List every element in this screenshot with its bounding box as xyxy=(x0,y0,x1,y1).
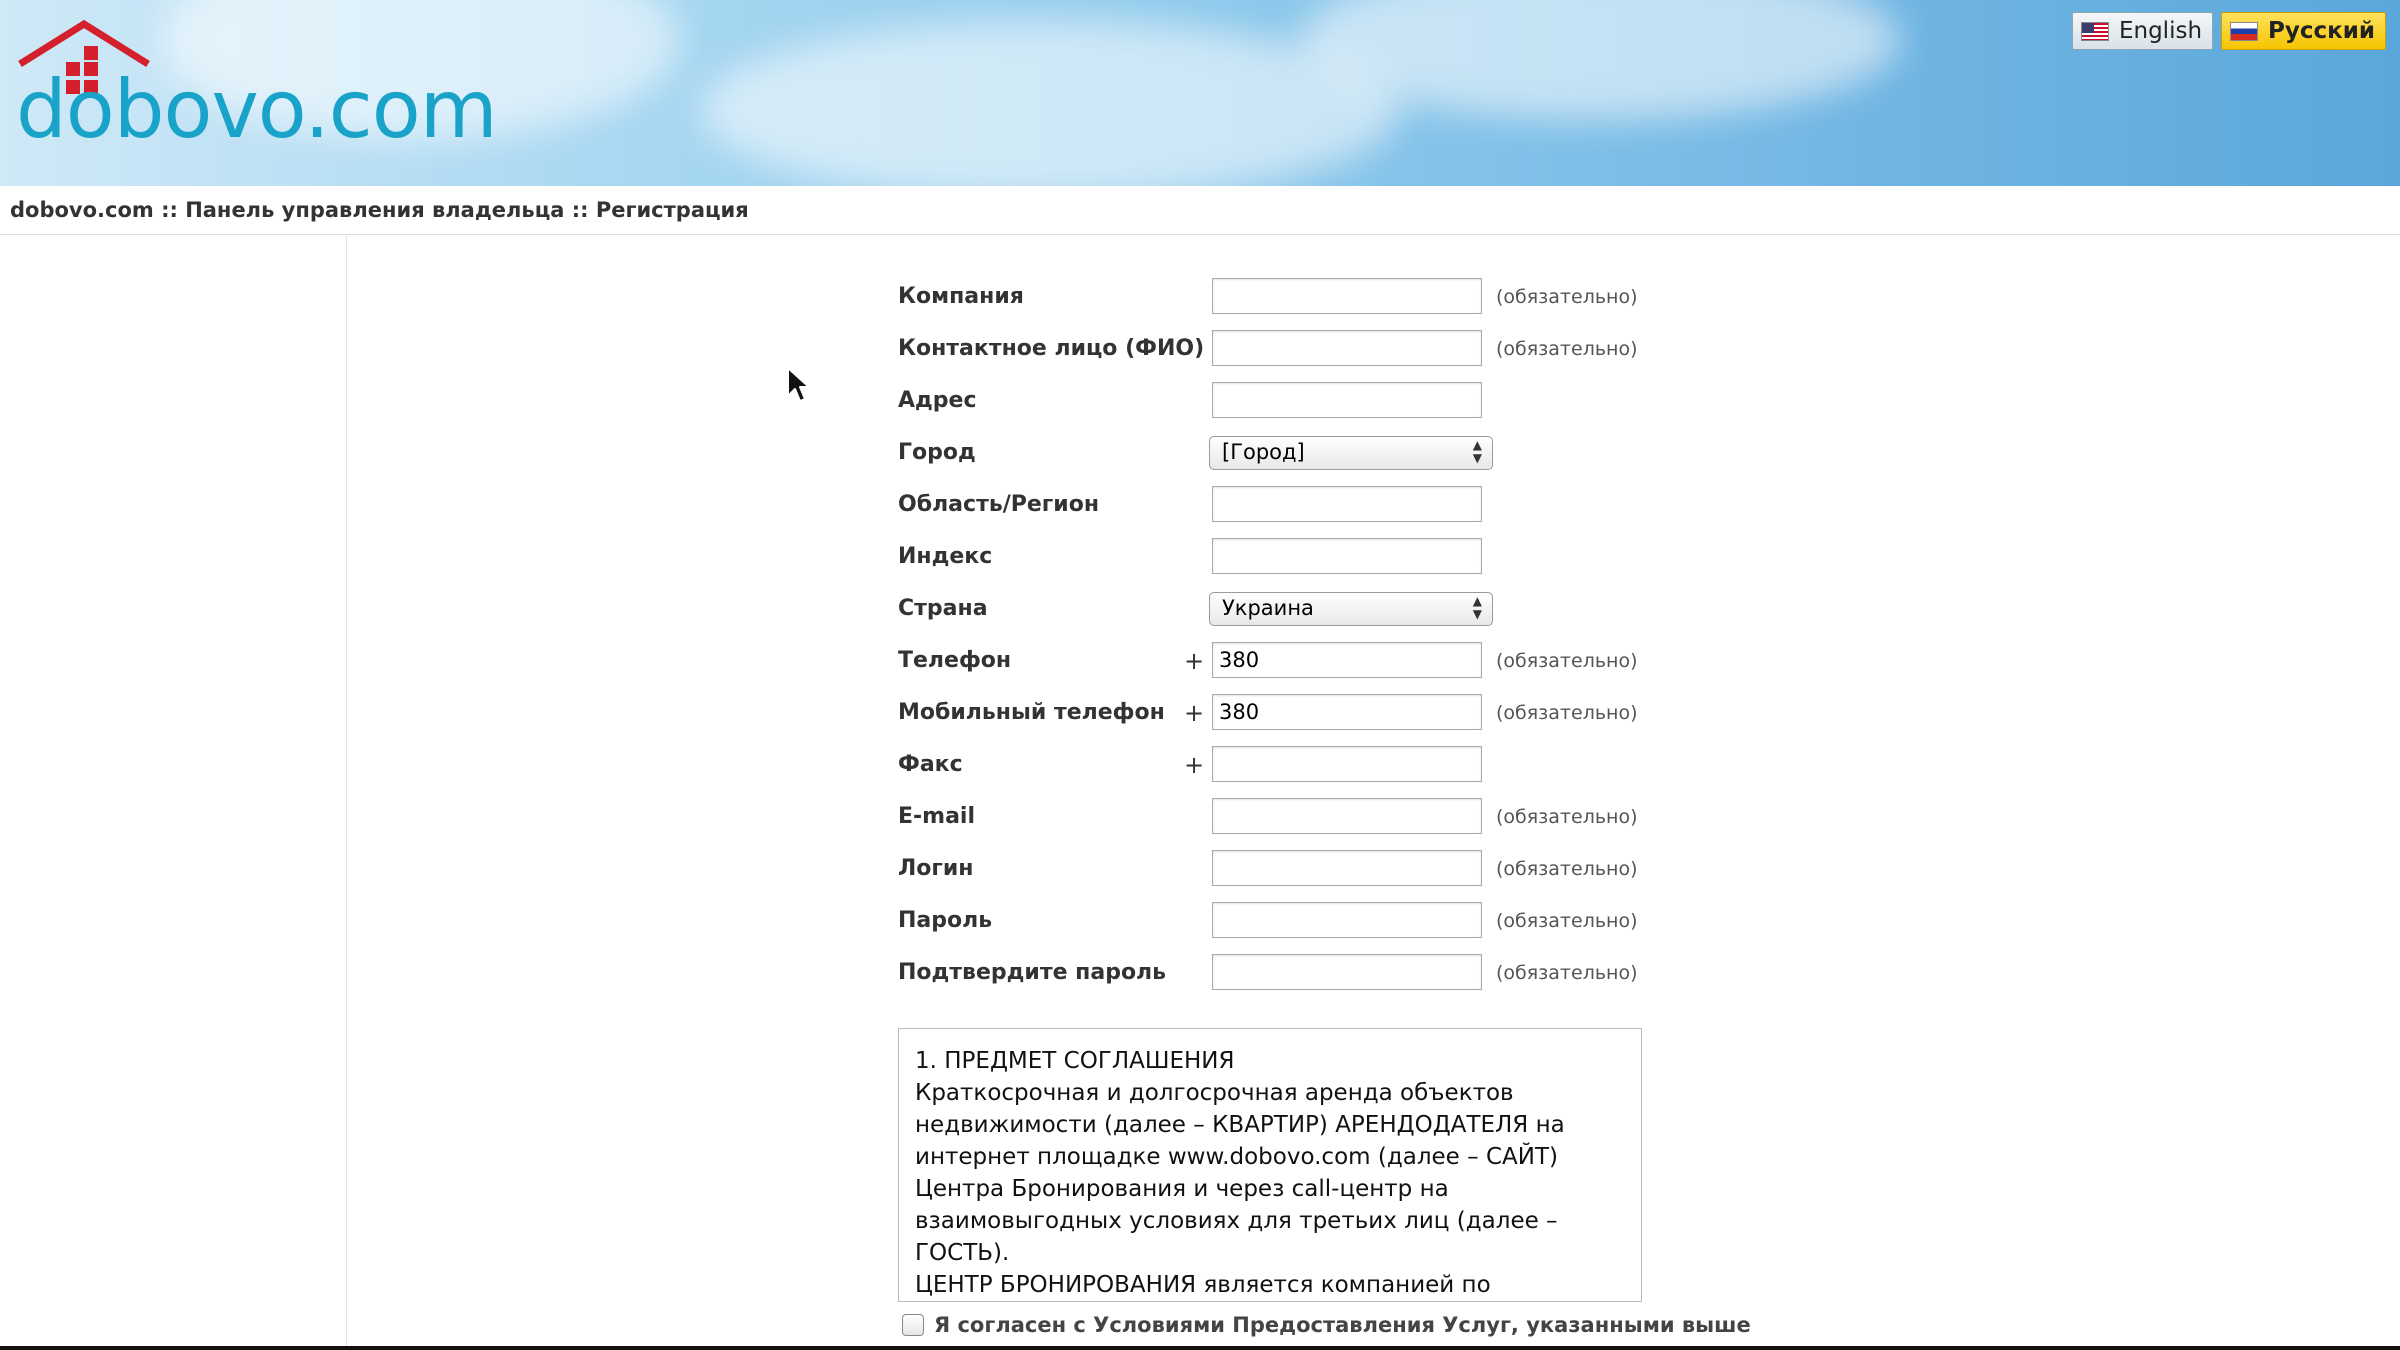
form-row-fax: Факс + xyxy=(898,742,1798,794)
mobile-phone-label: Мобильный телефон xyxy=(898,700,1165,725)
address-input[interactable] xyxy=(1212,382,1482,418)
form-row-mobile: Мобильный телефон + (обязательно) xyxy=(898,690,1798,742)
fax-label: Факс xyxy=(898,752,963,777)
country-select-value: Украина xyxy=(1222,596,1314,620)
agreement-line: взаимовыгодных условиях для третьих лиц … xyxy=(915,1208,1558,1234)
login-label: Логин xyxy=(898,856,974,881)
language-switcher: English Русский xyxy=(2071,12,2386,50)
agreement-line: 1. ПРЕДМЕТ СОГЛАШЕНИЯ xyxy=(915,1048,1235,1074)
required-note: (обязательно) xyxy=(1496,338,1638,360)
form-row-password: Пароль (обязательно) xyxy=(898,898,1798,950)
agreement-line: интернет площадке www.dobovo.com (далее … xyxy=(915,1144,1558,1170)
form-row-address: Адрес xyxy=(898,378,1798,430)
terms-checkbox[interactable] xyxy=(902,1314,924,1336)
language-english-label: English xyxy=(2118,18,2203,44)
city-select-value: [Город] xyxy=(1222,440,1305,464)
confirm-password-label: Подтвердите пароль xyxy=(898,960,1167,985)
phone-label: Телефон xyxy=(898,648,1012,673)
column-divider xyxy=(346,235,347,1350)
form-row-contact: Контактное лицо (ФИО) (обязательно) xyxy=(898,326,1798,378)
cloud-decoration xyxy=(700,20,1400,186)
breadcrumb-divider xyxy=(0,234,2400,235)
select-arrows-icon: ▲ ▼ xyxy=(1472,438,1482,465)
region-input[interactable] xyxy=(1212,486,1482,522)
form-row-email: E-mail (обязательно) xyxy=(898,794,1798,846)
address-label: Адрес xyxy=(898,388,977,413)
required-note: (обязательно) xyxy=(1496,858,1638,880)
breadcrumb: dobovo.com :: Панель управления владельц… xyxy=(10,198,749,222)
language-english-button[interactable]: English xyxy=(2071,12,2214,50)
login-input[interactable] xyxy=(1212,850,1482,886)
zip-label: Индекс xyxy=(898,544,993,569)
required-note: (обязательно) xyxy=(1496,910,1638,932)
password-label: Пароль xyxy=(898,908,993,933)
language-russian-label: Русский xyxy=(2268,18,2375,44)
us-flag-icon xyxy=(2080,21,2109,41)
required-note: (обязательно) xyxy=(1496,286,1638,308)
mobile-phone-input[interactable] xyxy=(1212,694,1482,730)
form-row-confirm-password: Подтвердите пароль (обязательно) xyxy=(898,950,1798,1002)
fax-input[interactable] xyxy=(1212,746,1482,782)
agreement-textbox[interactable]: 1. ПРЕДМЕТ СОГЛАШЕНИЯ Краткосрочная и до… xyxy=(898,1028,1642,1302)
mouse-cursor-icon xyxy=(787,367,810,402)
email-input[interactable] xyxy=(1212,798,1482,834)
language-russian-button[interactable]: Русский xyxy=(2221,12,2386,50)
contact-person-input[interactable] xyxy=(1212,330,1482,366)
form-row-phone: Телефон + (обязательно) xyxy=(898,638,1798,690)
phone-prefix: + xyxy=(1184,647,1205,675)
city-label: Город xyxy=(898,440,976,465)
agreement-line: Краткосрочная и долгосрочная аренда объе… xyxy=(915,1080,1514,1106)
email-label: E-mail xyxy=(898,804,976,829)
bottom-edge xyxy=(0,1346,2400,1350)
city-select[interactable]: [Город] ▲ ▼ xyxy=(1209,436,1493,470)
country-label: Страна xyxy=(898,596,988,621)
country-select[interactable]: Украина ▲ ▼ xyxy=(1209,592,1493,626)
registration-form: Компания (обязательно) Контактное лицо (… xyxy=(898,274,1798,1002)
select-arrows-icon: ▲ ▼ xyxy=(1472,594,1482,621)
required-note: (обязательно) xyxy=(1496,650,1638,672)
site-logo[interactable]: dobovo.com xyxy=(16,18,498,158)
form-row-login: Логин (обязательно) xyxy=(898,846,1798,898)
mobile-phone-prefix: + xyxy=(1184,699,1205,727)
site-header: dobovo.com English Русский xyxy=(0,0,2400,186)
agreement-line: ГОСТЬ). xyxy=(915,1240,1010,1266)
phone-input[interactable] xyxy=(1212,642,1482,678)
agreement-line: ЦЕНТР БРОНИРОВАНИЯ является компанией по xyxy=(915,1272,1491,1298)
form-row-company: Компания (обязательно) xyxy=(898,274,1798,326)
required-note: (обязательно) xyxy=(1496,702,1638,724)
form-row-region: Область/Регион xyxy=(898,482,1798,534)
logo-text: dobovo.com xyxy=(16,63,498,156)
ru-flag-icon xyxy=(2230,21,2259,41)
agreement-line: недвижимости (далее – КВАРТИР) АРЕНДОДАТ… xyxy=(915,1112,1565,1138)
agreement-line: Центра Бронирования и через call-центр н… xyxy=(915,1176,1449,1202)
required-note: (обязательно) xyxy=(1496,806,1638,828)
company-label: Компания xyxy=(898,284,1024,309)
contact-person-label: Контактное лицо (ФИО) xyxy=(898,336,1205,361)
confirm-password-input[interactable] xyxy=(1212,954,1482,990)
required-note: (обязательно) xyxy=(1496,962,1638,984)
region-label: Область/Регион xyxy=(898,492,1100,517)
company-input[interactable] xyxy=(1212,278,1482,314)
terms-agreement: Я согласен с Условиями Предоставления Ус… xyxy=(902,1313,1751,1337)
password-input[interactable] xyxy=(1212,902,1482,938)
form-row-country: Страна Украина ▲ ▼ xyxy=(898,586,1798,638)
zip-input[interactable] xyxy=(1212,538,1482,574)
form-row-city: Город [Город] ▲ ▼ xyxy=(898,430,1798,482)
fax-prefix: + xyxy=(1184,751,1205,779)
form-row-zip: Индекс xyxy=(898,534,1798,586)
terms-checkbox-label[interactable]: Я согласен с Условиями Предоставления Ус… xyxy=(934,1313,1751,1337)
